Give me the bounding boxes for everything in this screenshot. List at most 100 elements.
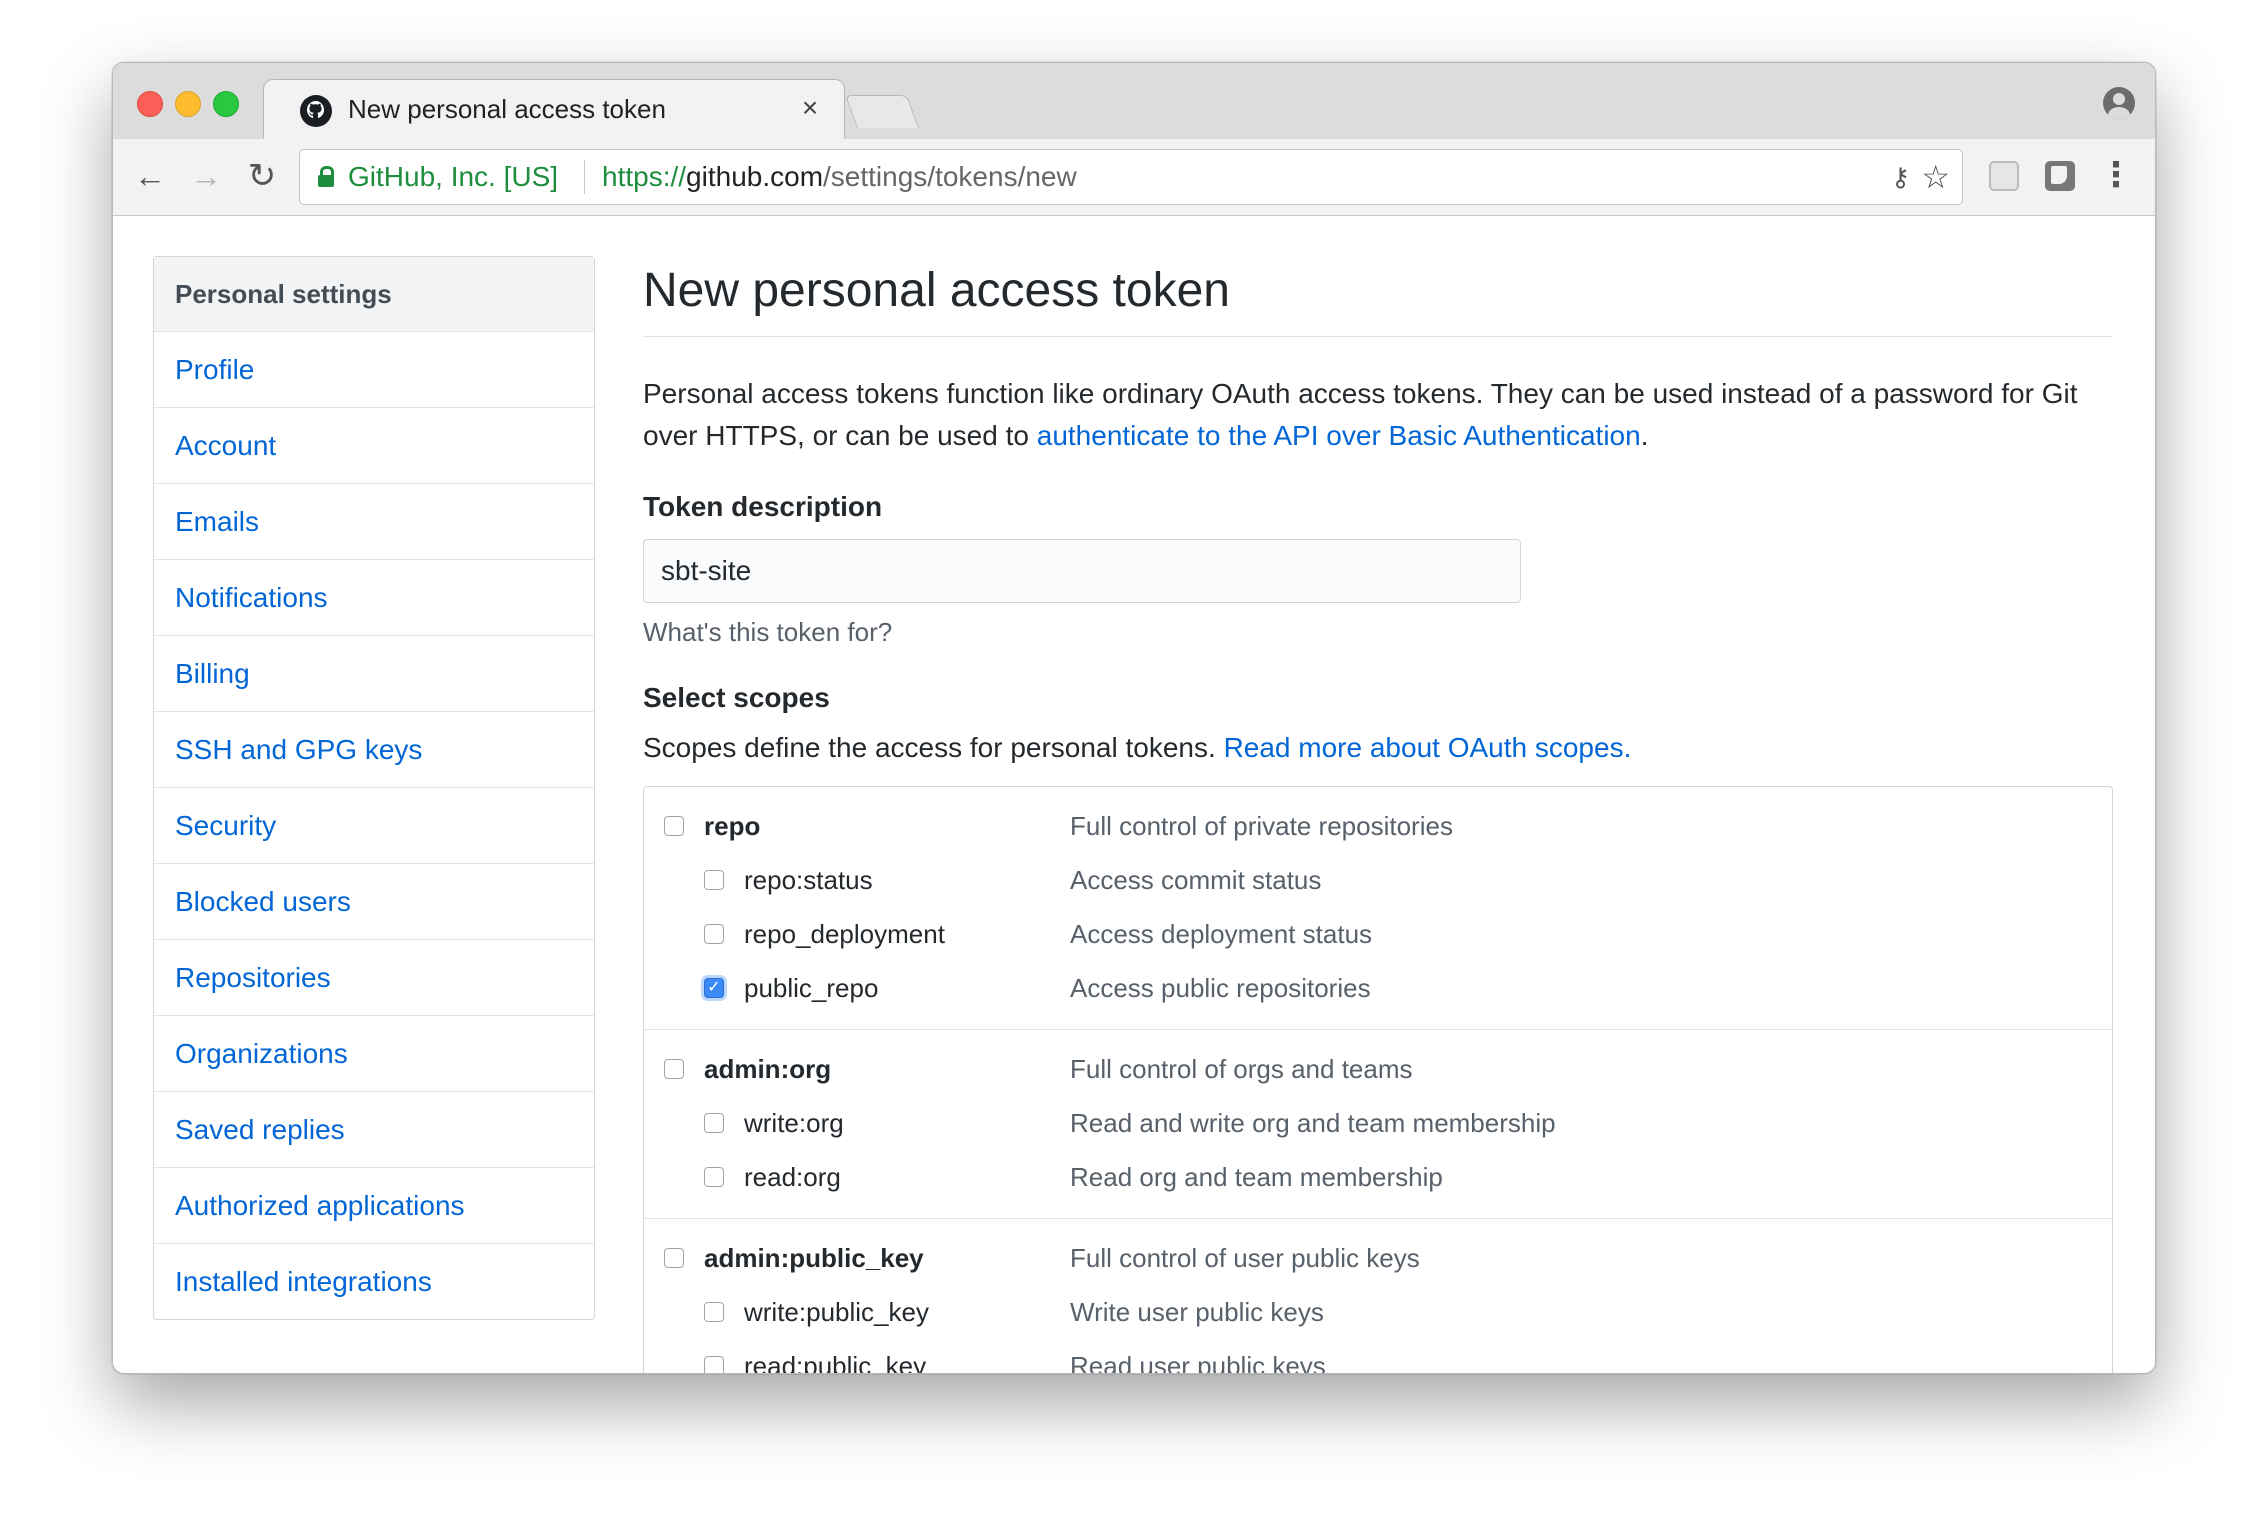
scope-checkbox[interactable] bbox=[664, 1059, 684, 1079]
close-window-button[interactable] bbox=[137, 91, 163, 117]
maximize-window-button[interactable] bbox=[213, 91, 239, 117]
scopes-text: Scopes define the access for personal to… bbox=[643, 732, 1224, 763]
scope-group: admin:public_key Full control of user pub… bbox=[644, 1219, 2112, 1373]
forward-icon[interactable]: → bbox=[185, 155, 227, 197]
scope-group: admin:org Full control of orgs and teams w… bbox=[644, 1030, 2112, 1219]
address-bar[interactable]: GitHub, Inc. [US] https://github.com/set… bbox=[299, 149, 1963, 205]
sidebar-item-notifications[interactable]: Notifications bbox=[154, 560, 594, 636]
sidebar-item-emails[interactable]: Emails bbox=[154, 484, 594, 560]
token-description-note: What's this token for? bbox=[643, 617, 893, 647]
scope-name[interactable]: admin:org bbox=[704, 1054, 831, 1085]
url-path: /settings/tokens/new bbox=[823, 161, 1077, 192]
scope-row: write:org Read and write org and team mem… bbox=[644, 1098, 2112, 1152]
page-title: New personal access token bbox=[643, 256, 2113, 337]
scope-description: Read and write org and team membership bbox=[1070, 1108, 1556, 1138]
scope-description: Read user public keys bbox=[1070, 1351, 1326, 1373]
new-tab-button[interactable] bbox=[844, 95, 920, 128]
scope-name[interactable]: write:org bbox=[744, 1108, 844, 1139]
url-host: github.com bbox=[686, 161, 824, 192]
scope-checkbox[interactable] bbox=[704, 1356, 724, 1373]
sidebar-item-ssh-and-gpg-keys[interactable]: SSH and GPG keys bbox=[154, 712, 594, 788]
back-icon[interactable]: ← bbox=[129, 155, 171, 197]
tab-title: New personal access token bbox=[348, 94, 666, 124]
scope-row: repo Full control of private repositories bbox=[644, 801, 2112, 855]
scope-description: Write user public keys bbox=[1070, 1297, 1324, 1327]
github-favicon-icon bbox=[300, 95, 332, 127]
scope-name[interactable]: repo:status bbox=[744, 865, 873, 896]
scope-row: repo:status Access commit status bbox=[644, 855, 2112, 909]
scope-row: repo_deployment Access deployment status bbox=[644, 909, 2112, 963]
basic-auth-link[interactable]: authenticate to the API over Basic Authe… bbox=[1037, 420, 1641, 451]
scope-checkbox[interactable] bbox=[664, 816, 684, 836]
site-identity[interactable]: GitHub, Inc. [US] bbox=[348, 161, 558, 193]
browser-tab[interactable]: New personal access token × bbox=[263, 79, 845, 142]
scope-description: Full control of private repositories bbox=[1070, 811, 1453, 841]
scope-row: admin:public_key Full control of user pub… bbox=[644, 1233, 2112, 1287]
scope-row: write:public_key Write user public keys bbox=[644, 1287, 2112, 1341]
scope-description: Access commit status bbox=[1070, 865, 1322, 895]
tab-bar: New personal access token × bbox=[113, 63, 2155, 142]
page-content: Personal settings Profile Account Emails No… bbox=[113, 216, 2155, 1373]
key-icon[interactable]: ⚷ bbox=[1891, 162, 1910, 193]
lock-icon bbox=[318, 166, 334, 187]
sidebar-item-authorized-applications[interactable]: Authorized applications bbox=[154, 1168, 594, 1244]
minimize-window-button[interactable] bbox=[175, 91, 201, 117]
sidebar-item-organizations[interactable]: Organizations bbox=[154, 1016, 594, 1092]
intro-end: . bbox=[1640, 420, 1649, 451]
scope-description: Read org and team membership bbox=[1070, 1162, 1443, 1192]
intro-paragraph: Personal access tokens function like ord… bbox=[643, 373, 2113, 457]
oauth-scopes-link[interactable]: Read more about OAuth scopes. bbox=[1224, 732, 1632, 763]
reload-icon[interactable]: ↻ bbox=[241, 155, 283, 197]
scope-name[interactable]: repo bbox=[704, 811, 760, 842]
scope-checkbox[interactable] bbox=[704, 924, 724, 944]
star-icon[interactable]: ☆ bbox=[1921, 158, 1950, 196]
token-description-label: Token description bbox=[643, 491, 883, 522]
scope-checkbox[interactable] bbox=[704, 1113, 724, 1133]
sidebar-item-installed-integrations[interactable]: Installed integrations bbox=[154, 1244, 594, 1319]
sidebar-header: Personal settings bbox=[154, 257, 594, 332]
scope-description: Full control of orgs and teams bbox=[1070, 1054, 1413, 1084]
sidebar-item-saved-replies[interactable]: Saved replies bbox=[154, 1092, 594, 1168]
scope-row: read:org Read org and team membership bbox=[644, 1152, 2112, 1206]
profile-icon[interactable] bbox=[2103, 87, 2135, 119]
sidebar-item-profile[interactable]: Profile bbox=[154, 332, 594, 408]
main-panel: New personal access token Personal acces… bbox=[643, 256, 2113, 1373]
url-scheme: https:// bbox=[602, 161, 687, 192]
browser-toolbar: ← → ↻ GitHub, Inc. [US] https://github.c… bbox=[113, 139, 2155, 216]
scope-name[interactable]: repo_deployment bbox=[744, 919, 945, 950]
scopes-list: repo Full control of private repositories… bbox=[643, 786, 2113, 1373]
scope-group: repo Full control of private repositories… bbox=[644, 787, 2112, 1030]
menu-icon[interactable]: ⋮ bbox=[2099, 157, 2133, 197]
extension-icon[interactable] bbox=[1989, 161, 2019, 191]
scope-checkbox[interactable] bbox=[704, 1167, 724, 1187]
scope-row: admin:org Full control of orgs and teams bbox=[644, 1044, 2112, 1098]
scope-name[interactable]: write:public_key bbox=[744, 1297, 929, 1328]
sidebar-item-account[interactable]: Account bbox=[154, 408, 594, 484]
scope-description: Access public repositories bbox=[1070, 973, 1371, 1003]
scope-checkbox[interactable] bbox=[704, 870, 724, 890]
scope-checkbox-checked[interactable]: ✓ bbox=[704, 978, 724, 998]
select-scopes-label: Select scopes bbox=[643, 682, 830, 713]
sidebar-item-billing[interactable]: Billing bbox=[154, 636, 594, 712]
scope-name[interactable]: read:org bbox=[744, 1162, 841, 1193]
scope-row: ✓ public_repo Access public repositories bbox=[644, 963, 2112, 1017]
address-separator bbox=[584, 160, 585, 194]
scope-name[interactable]: public_repo bbox=[744, 973, 878, 1004]
settings-sidebar: Personal settings Profile Account Emails No… bbox=[153, 256, 595, 1320]
url-text[interactable]: https://github.com/settings/tokens/new bbox=[602, 161, 1077, 193]
scope-name[interactable]: admin:public_key bbox=[704, 1243, 924, 1274]
scope-row: read:public_key Read user public keys bbox=[644, 1341, 2112, 1373]
sidebar-item-repositories[interactable]: Repositories bbox=[154, 940, 594, 1016]
scope-checkbox[interactable] bbox=[704, 1302, 724, 1322]
extension-icon[interactable] bbox=[2045, 161, 2075, 191]
scopes-description: Scopes define the access for personal to… bbox=[643, 732, 2113, 764]
browser-window: New personal access token × ← → ↻ GitHub… bbox=[112, 62, 2156, 1374]
token-description-input[interactable]: sbt-site bbox=[643, 539, 1521, 603]
sidebar-item-security[interactable]: Security bbox=[154, 788, 594, 864]
scope-checkbox[interactable] bbox=[664, 1248, 684, 1268]
scope-description: Full control of user public keys bbox=[1070, 1243, 1420, 1273]
scope-name[interactable]: read:public_key bbox=[744, 1351, 926, 1373]
scope-description: Access deployment status bbox=[1070, 919, 1373, 949]
sidebar-item-blocked-users[interactable]: Blocked users bbox=[154, 864, 594, 940]
tab-close-icon[interactable]: × bbox=[794, 92, 826, 124]
